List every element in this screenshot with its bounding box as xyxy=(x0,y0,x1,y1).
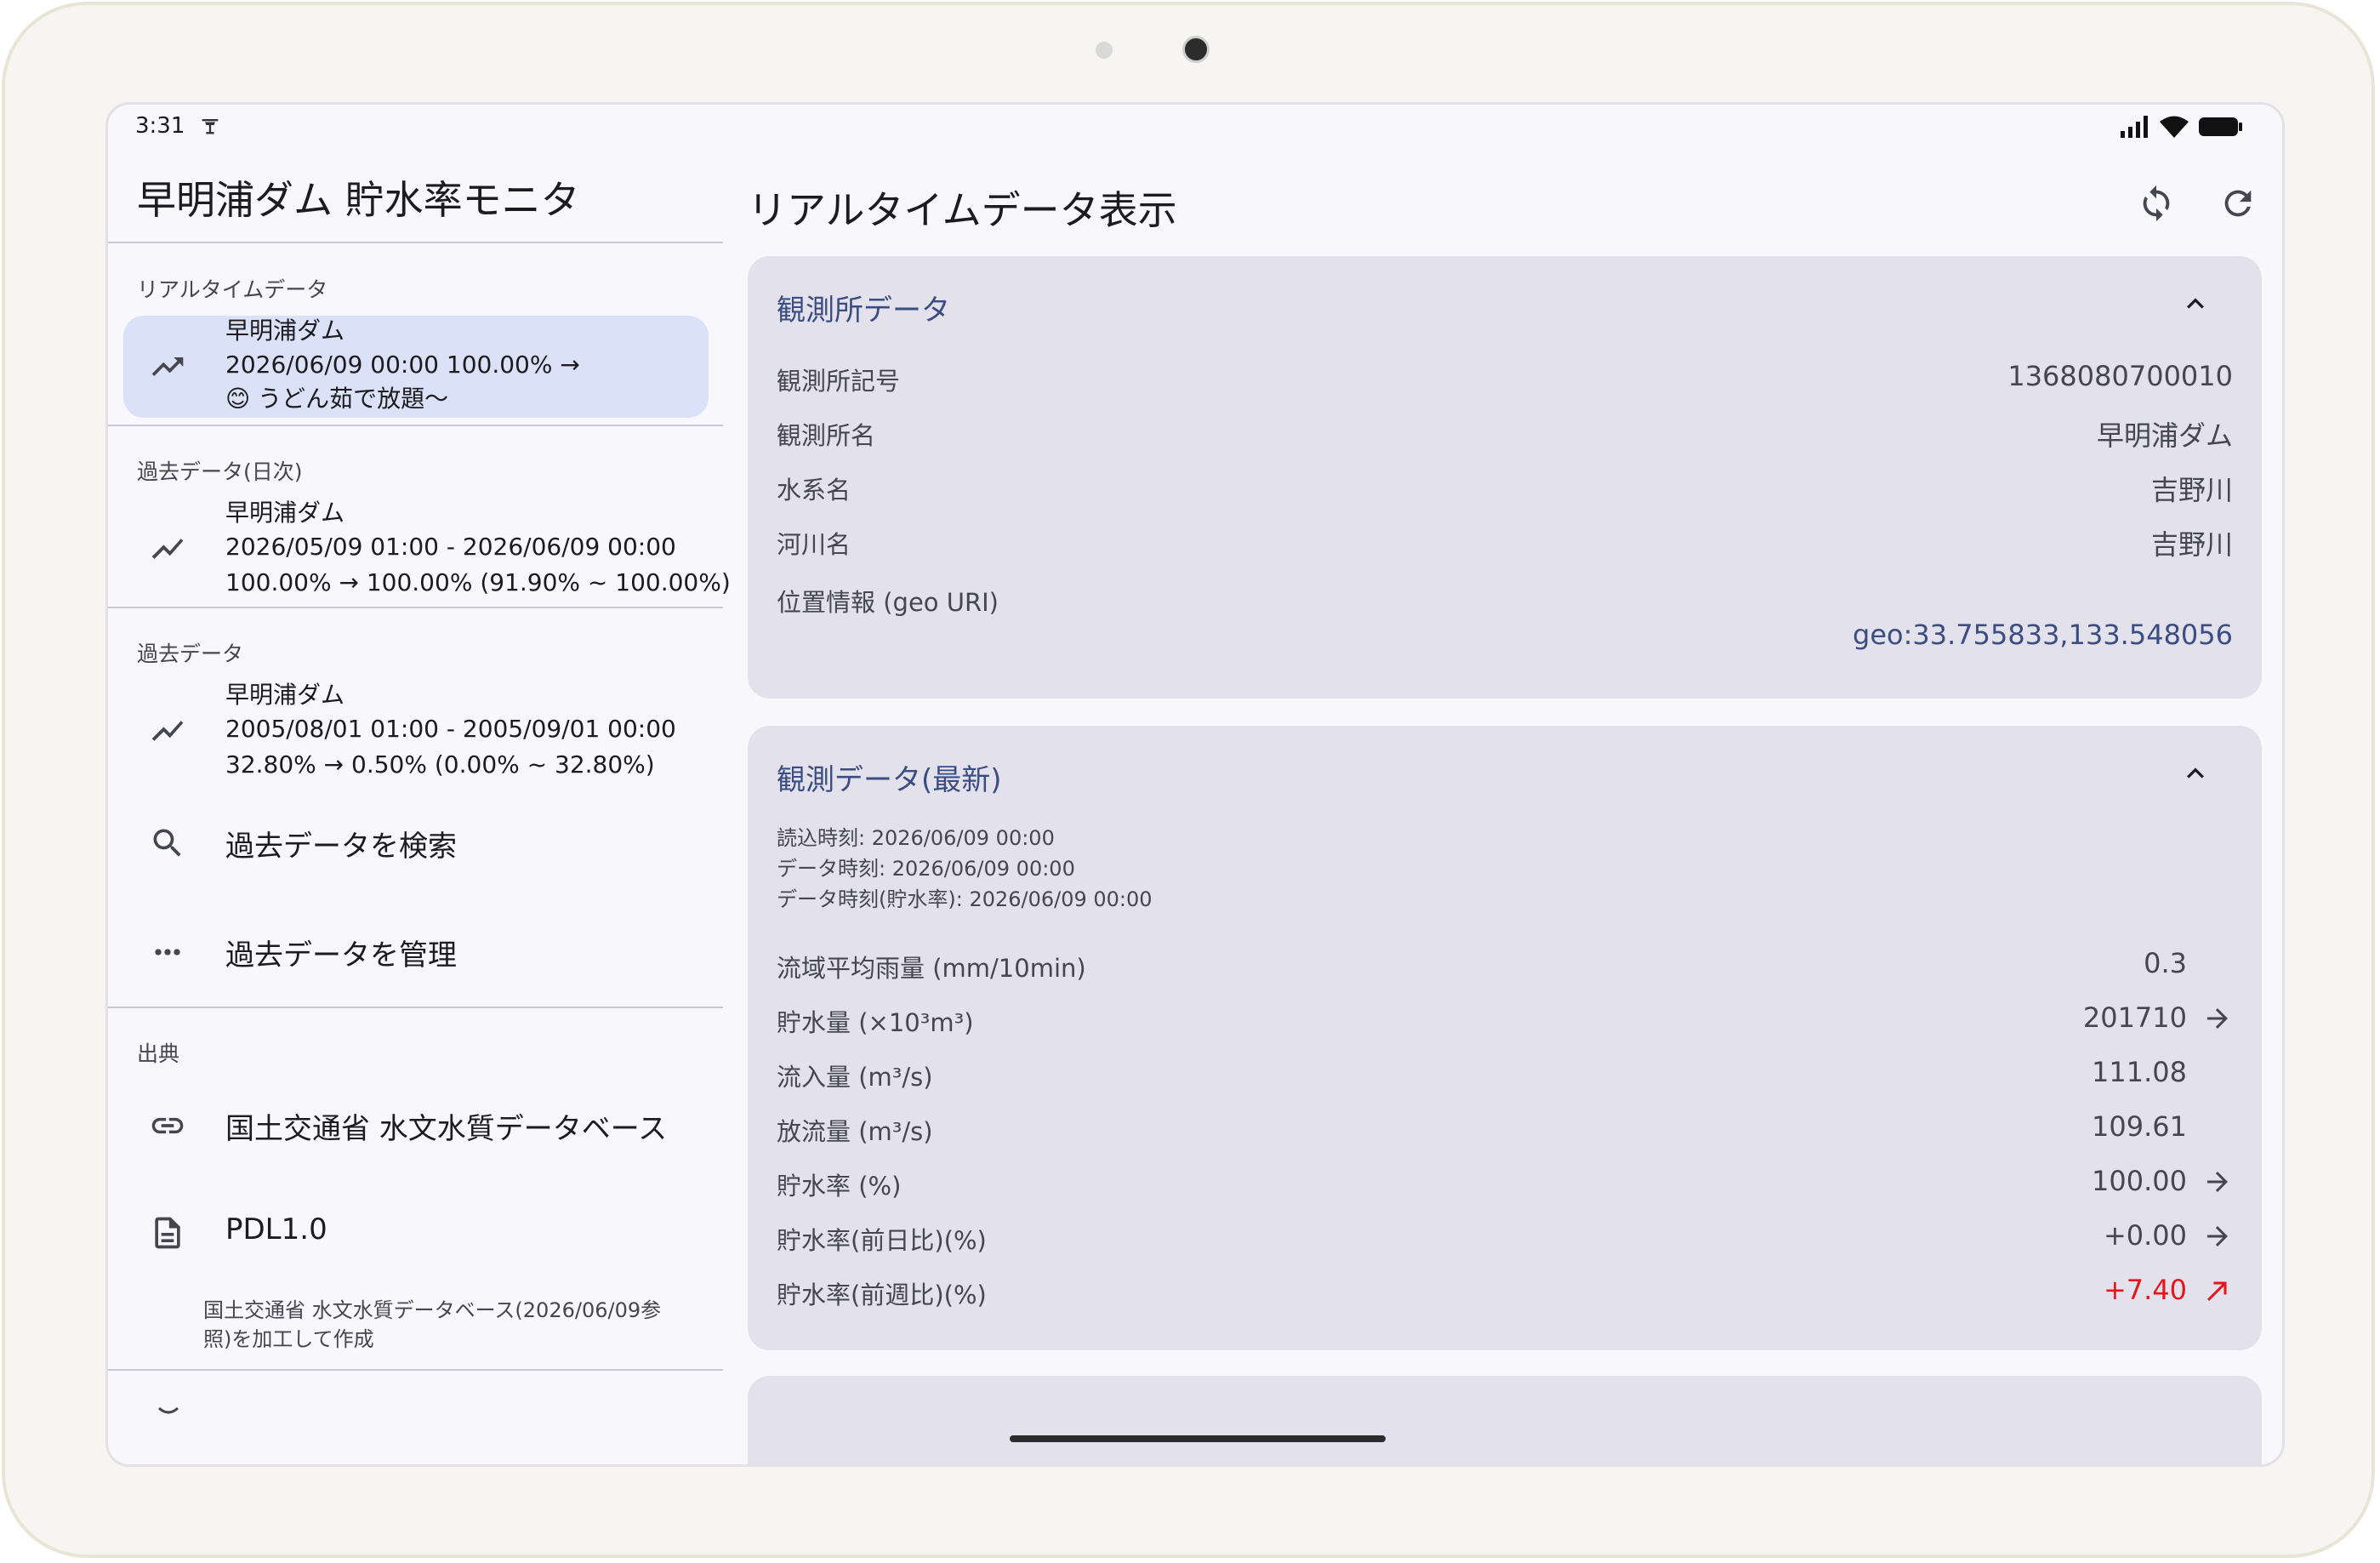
nav-item-realtime-dam[interactable]: 早明浦ダム 2026/06/09 00:00 100.00% → 😊 うどん茹で… xyxy=(123,316,709,418)
sync-icon xyxy=(2143,185,2170,222)
nav-item-line3: 😊 うどん茹で放題〜 xyxy=(225,385,449,413)
source-link-item[interactable]: 国土交通省 水文水質データベース xyxy=(123,1083,709,1168)
nav-item-line3: 32.80% → 0.50% (0.00% ~ 32.80%) xyxy=(225,750,655,779)
license-item[interactable]: PDL1.0 xyxy=(123,1190,709,1275)
nav-item-line2: 2026/05/09 01:00 - 2026/06/09 00:00 xyxy=(225,533,676,561)
row-value: 0.3 xyxy=(2144,947,2187,979)
status-time: 3:31 xyxy=(135,113,185,139)
geo-label: 位置情報 (geo URI) xyxy=(777,588,999,617)
section-label-source: 出典 xyxy=(137,1041,180,1066)
row-value: 吉野川 xyxy=(2150,474,2233,506)
row-label: 貯水量 (×10³m³) xyxy=(777,1008,974,1037)
show-chart-icon xyxy=(147,710,188,751)
auto-refresh-button[interactable] xyxy=(2131,178,2182,229)
camera-lens xyxy=(1182,36,1210,63)
row-value: 100.00 xyxy=(2092,1165,2187,1197)
row-value: 201710 xyxy=(2082,1001,2187,1034)
signal-icon xyxy=(2121,116,2148,138)
row-value: 吉野川 xyxy=(2150,528,2233,561)
nav-item-line1: 早明浦ダム xyxy=(225,499,345,527)
card-title: 観測データ(最新) xyxy=(777,763,1002,797)
refresh-button[interactable] xyxy=(2212,178,2263,229)
row-label: 貯水率(前日比)(%) xyxy=(777,1226,987,1255)
observation-data-card: 観測データ(最新) 読込時刻: 2026/06/09 00:00 データ時刻: … xyxy=(748,726,2262,1350)
row-value-positive: +7.40 xyxy=(2103,1274,2187,1306)
data-time: データ時刻: 2026/06/09 00:00 xyxy=(777,857,1075,881)
next-card-partial xyxy=(748,1376,2262,1464)
search-past-data-label: 過去データを検索 xyxy=(225,830,457,864)
row-label: 貯水率(前週比)(%) xyxy=(777,1281,987,1309)
manage-past-data-label: 過去データを管理 xyxy=(225,938,457,973)
row-value: 1368080700010 xyxy=(2007,360,2233,392)
notification-icon xyxy=(202,119,219,134)
row-label: 水系名 xyxy=(777,476,851,505)
read-time: 読込時刻: 2026/06/09 00:00 xyxy=(777,826,1055,850)
row-label: 流域平均雨量 (mm/10min) xyxy=(777,954,1086,983)
screen: 3:31 早明浦ダム 貯水率モニタ リアルタイムデータ 早明浦ダム 2026/0… xyxy=(105,102,2285,1467)
row-value: 109.61 xyxy=(2092,1110,2187,1143)
row-label: 貯水率 (%) xyxy=(777,1172,902,1201)
divider xyxy=(108,607,723,608)
arrow-right-icon xyxy=(2207,1226,2228,1246)
row-label: 観測所名 xyxy=(777,421,876,450)
section-label-past: 過去データ xyxy=(137,642,244,666)
source-link-label: 国土交通省 水文水質データベース xyxy=(225,1112,668,1146)
partial-icon xyxy=(157,1406,179,1414)
manage-past-data-item[interactable]: 過去データを管理 xyxy=(123,910,709,995)
battery-icon xyxy=(2199,117,2242,136)
show-chart-icon xyxy=(147,528,188,569)
geo-uri-link[interactable]: geo:33.755833,133.548056 xyxy=(1853,619,2233,651)
nav-item-line2: 2005/08/01 01:00 - 2005/09/01 00:00 xyxy=(225,715,676,743)
system-icons xyxy=(2121,115,2243,139)
nav-item-line3: 100.00% → 100.00% (91.90% ~ 100.00%) xyxy=(225,568,731,596)
nav-item-line1: 早明浦ダム xyxy=(225,317,345,345)
section-label-realtime: リアルタイムデータ xyxy=(137,277,328,302)
license-label: PDL1.0 xyxy=(225,1212,327,1246)
home-indicator[interactable] xyxy=(1010,1435,1386,1442)
row-value: +0.00 xyxy=(2103,1219,2187,1252)
refresh-icon xyxy=(2224,190,2252,217)
arrow-right-icon xyxy=(2207,1172,2228,1192)
nav-item-line1: 早明浦ダム xyxy=(225,681,345,709)
tablet-frame: 3:31 早明浦ダム 貯水率モニタ リアルタイムデータ 早明浦ダム 2026/0… xyxy=(2,2,2375,1558)
app-title: 早明浦ダム 貯水率モニタ xyxy=(137,177,580,223)
row-label: 放流量 (m³/s) xyxy=(777,1117,933,1146)
row-value: 111.08 xyxy=(2092,1056,2187,1088)
search-past-data-item[interactable]: 過去データを検索 xyxy=(123,801,709,886)
row-label: 河川名 xyxy=(777,530,851,559)
section-label-daily: 過去データ(日次) xyxy=(137,459,303,484)
chevron-up-icon[interactable] xyxy=(2178,287,2212,321)
divider xyxy=(108,242,723,243)
chevron-up-icon[interactable] xyxy=(2178,756,2212,790)
row-value: 早明浦ダム xyxy=(2096,419,2233,452)
divider xyxy=(108,1369,723,1371)
search-icon xyxy=(147,823,188,864)
row-label: 観測所記号 xyxy=(777,367,901,396)
sensor-dot xyxy=(1096,42,1113,59)
wifi-icon xyxy=(2160,116,2189,138)
rate-data-time: データ時刻(貯水率): 2026/06/09 00:00 xyxy=(777,887,1153,911)
page-title: リアルタイムデータ表示 xyxy=(748,187,1177,233)
nav-item-line2: 2026/06/09 00:00 100.00% → xyxy=(225,351,580,379)
nav-item-daily-dam[interactable]: 早明浦ダム 2026/05/09 01:00 - 2026/06/09 00:0… xyxy=(123,498,731,600)
trending-up-icon xyxy=(147,346,188,387)
divider xyxy=(108,1007,723,1008)
more-horiz-icon xyxy=(147,932,188,973)
link-icon xyxy=(147,1105,188,1146)
station-data-card: 観測所データ 観測所記号 1368080700010 観測所名 早明浦ダム 水系… xyxy=(748,256,2262,699)
source-note: 国土交通省 水文水質データベース(2026/06/09参照)を加工して作成 xyxy=(203,1298,662,1351)
divider xyxy=(108,425,723,426)
nav-item-past-dam[interactable]: 早明浦ダム 2005/08/01 01:00 - 2005/09/01 00:0… xyxy=(123,680,709,782)
document-icon xyxy=(147,1212,188,1253)
status-bar: 3:31 xyxy=(108,105,2282,149)
arrow-up-right-icon xyxy=(2207,1281,2227,1301)
row-label: 流入量 (m³/s) xyxy=(777,1063,933,1092)
card-title: 観測所データ xyxy=(777,294,950,328)
arrow-right-icon xyxy=(2207,1008,2228,1029)
